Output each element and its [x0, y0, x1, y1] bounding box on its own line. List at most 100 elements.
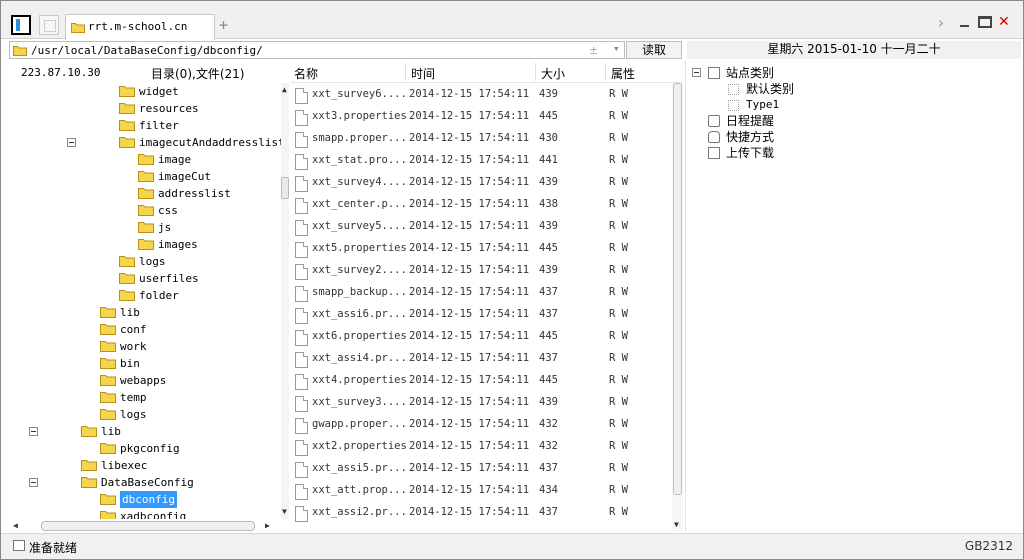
- collapse-icon[interactable]: [29, 478, 38, 487]
- file-row[interactable]: xxt5.properties 2014-12-15 17:54:11 445 R W: [291, 237, 671, 259]
- panel-toggle-icon[interactable]: [11, 15, 31, 35]
- tree-node[interactable]: filter: [9, 117, 281, 134]
- file-row[interactable]: xxt4.properties 2014-12-15 17:54:11 445 R W: [291, 369, 671, 391]
- tree-hscroll-thumb[interactable]: [41, 521, 255, 531]
- tree-node[interactable]: resources: [9, 100, 281, 117]
- maximize-icon[interactable]: [978, 16, 992, 28]
- address-bar[interactable]: /usr/local/DataBaseConfig/dbconfig/ ± ▾: [9, 41, 625, 59]
- tree-node[interactable]: widget: [9, 83, 281, 100]
- tree-node[interactable]: DataBaseConfig: [9, 474, 281, 491]
- file-row[interactable]: xxt_survey5.... 2014-12-15 17:54:11 439 R W: [291, 215, 671, 237]
- plus-icon[interactable]: +: [219, 16, 228, 34]
- files-vertical-scrollbar[interactable]: ▼: [672, 83, 683, 531]
- tree-node[interactable]: work: [9, 338, 281, 355]
- file-row[interactable]: xxt_assi5.pr... 2014-12-15 17:54:11 437 R W: [291, 457, 671, 479]
- file-icon: [295, 462, 308, 478]
- files-scroll-thumb[interactable]: [673, 83, 682, 495]
- tree-horizontal-scrollbar[interactable]: ◀ ▶: [9, 519, 281, 531]
- tree-node-label: conf: [120, 323, 147, 336]
- close-icon[interactable]: ✕: [998, 14, 1010, 30]
- file-row[interactable]: xxt6.properties 2014-12-15 17:54:11 445 R W: [291, 325, 671, 347]
- plus-minus-icon[interactable]: ±: [590, 43, 597, 57]
- directory-header: 223.87.10.30 目录(0),文件(21): [9, 61, 289, 83]
- collapse-icon[interactable]: [692, 68, 701, 77]
- tree-node[interactable]: images: [9, 236, 281, 253]
- tree-vertical-scrollbar[interactable]: ▲ ▼: [281, 83, 289, 519]
- tree-node[interactable]: pkgconfig: [9, 440, 281, 457]
- file-attr: R W: [609, 506, 628, 518]
- file-row[interactable]: xxt_center.p... 2014-12-15 17:54:11 438 R W: [291, 193, 671, 215]
- file-row[interactable]: xxt3.properties 2014-12-15 17:54:11 445 R W: [291, 105, 671, 127]
- directory-tree[interactable]: widget resources filter imagecutAndaddressl…: [9, 83, 281, 519]
- category-icon: [728, 100, 739, 111]
- tree-node[interactable]: logs: [9, 406, 281, 423]
- scroll-down-icon[interactable]: ▼: [674, 520, 679, 529]
- column-attr[interactable]: 属性: [611, 65, 635, 82]
- chevron-right-icon[interactable]: ›: [936, 13, 946, 32]
- tree-node[interactable]: userfiles: [9, 270, 281, 287]
- tree-node[interactable]: temp: [9, 389, 281, 406]
- tree-node[interactable]: bin: [9, 355, 281, 372]
- tree-node[interactable]: dbconfig: [9, 491, 281, 508]
- address-path[interactable]: /usr/local/DataBaseConfig/dbconfig/: [31, 44, 263, 57]
- minimize-icon[interactable]: [958, 19, 970, 31]
- encoding-label[interactable]: GB2312: [965, 539, 1013, 553]
- scroll-left-icon[interactable]: ◀: [13, 521, 18, 530]
- file-row[interactable]: xxt_assi2.pr... 2014-12-15 17:54:11 437 R W: [291, 501, 671, 523]
- tree-node[interactable]: image: [9, 151, 281, 168]
- tree-node[interactable]: xadbconfig: [9, 508, 281, 519]
- column-name[interactable]: 名称: [294, 65, 318, 82]
- file-row[interactable]: xxt_att.prop... 2014-12-15 17:54:11 434 R W: [291, 479, 671, 501]
- file-row[interactable]: smapp_backup... 2014-12-15 17:54:11 437 R W: [291, 281, 671, 303]
- blank-tab-icon[interactable]: [39, 15, 59, 35]
- file-row[interactable]: xxt_survey2.... 2014-12-15 17:54:11 439 R W: [291, 259, 671, 281]
- chevron-down-icon[interactable]: ▾: [613, 42, 620, 55]
- category-icon: [728, 84, 739, 95]
- tree-node[interactable]: imageCut: [9, 168, 281, 185]
- status-icon: [13, 540, 25, 551]
- file-row[interactable]: xxt_survey4.... 2014-12-15 17:54:11 439 R W: [291, 171, 671, 193]
- read-button[interactable]: 读取: [626, 41, 682, 59]
- collapse-icon[interactable]: [67, 138, 76, 147]
- file-row[interactable]: xxt2.properties 2014-12-15 17:54:11 432 R W: [291, 435, 671, 457]
- tree-node[interactable]: conf: [9, 321, 281, 338]
- file-row[interactable]: xxt_stat.pro... 2014-12-15 17:54:11 441 R W: [291, 149, 671, 171]
- file-time: 2014-12-15 17:54:11: [409, 374, 530, 386]
- collapse-icon[interactable]: [29, 427, 38, 436]
- tree-node[interactable]: addresslist: [9, 185, 281, 202]
- file-icon: [295, 374, 308, 390]
- file-icon: [295, 330, 308, 346]
- column-size[interactable]: 大小: [541, 65, 565, 82]
- tree-node[interactable]: lib: [9, 304, 281, 321]
- tree-scroll-thumb[interactable]: [281, 177, 289, 199]
- tree-node[interactable]: lib: [9, 423, 281, 440]
- tab-site[interactable]: rrt.m-school.cn: [65, 14, 215, 40]
- file-row[interactable]: gwapp.proper... 2014-12-15 17:54:11 432 R W: [291, 413, 671, 435]
- file-size: 430: [539, 132, 558, 144]
- scroll-right-icon[interactable]: ▶: [265, 521, 270, 530]
- file-icon: [295, 352, 308, 368]
- file-time: 2014-12-15 17:54:11: [409, 308, 530, 320]
- file-attr: R W: [609, 286, 628, 298]
- file-row[interactable]: xxt_assi4.pr... 2014-12-15 17:54:11 437 R W: [291, 347, 671, 369]
- file-row[interactable]: xxt_survey3.... 2014-12-15 17:54:11 439 R W: [291, 391, 671, 413]
- tree-node[interactable]: libexec: [9, 457, 281, 474]
- file-row[interactable]: xxt_survey6.... 2014-12-15 17:54:11 439 R W: [291, 83, 671, 105]
- tree-node[interactable]: folder: [9, 287, 281, 304]
- tree-node[interactable]: js: [9, 219, 281, 236]
- folder-icon: [71, 23, 85, 33]
- tree-node[interactable]: webapps: [9, 372, 281, 389]
- scroll-down-icon[interactable]: ▼: [282, 507, 287, 516]
- file-row[interactable]: xxt_assi6.pr... 2014-12-15 17:54:11 437 R W: [291, 303, 671, 325]
- file-size: 439: [539, 396, 558, 408]
- tree-node-label: userfiles: [139, 272, 199, 285]
- tree-node[interactable]: css: [9, 202, 281, 219]
- app-window: rrt.m-school.cn + › ✕ /usr/local/DataBas…: [0, 0, 1024, 560]
- column-divider: [605, 63, 606, 81]
- column-time[interactable]: 时间: [411, 65, 435, 82]
- scroll-up-icon[interactable]: ▲: [282, 85, 287, 94]
- file-row[interactable]: smapp.proper... 2014-12-15 17:54:11 430 R W: [291, 127, 671, 149]
- file-attr: R W: [609, 242, 628, 254]
- tree-node[interactable]: imagecutAndaddresslist: [9, 134, 281, 151]
- tree-node[interactable]: logs: [9, 253, 281, 270]
